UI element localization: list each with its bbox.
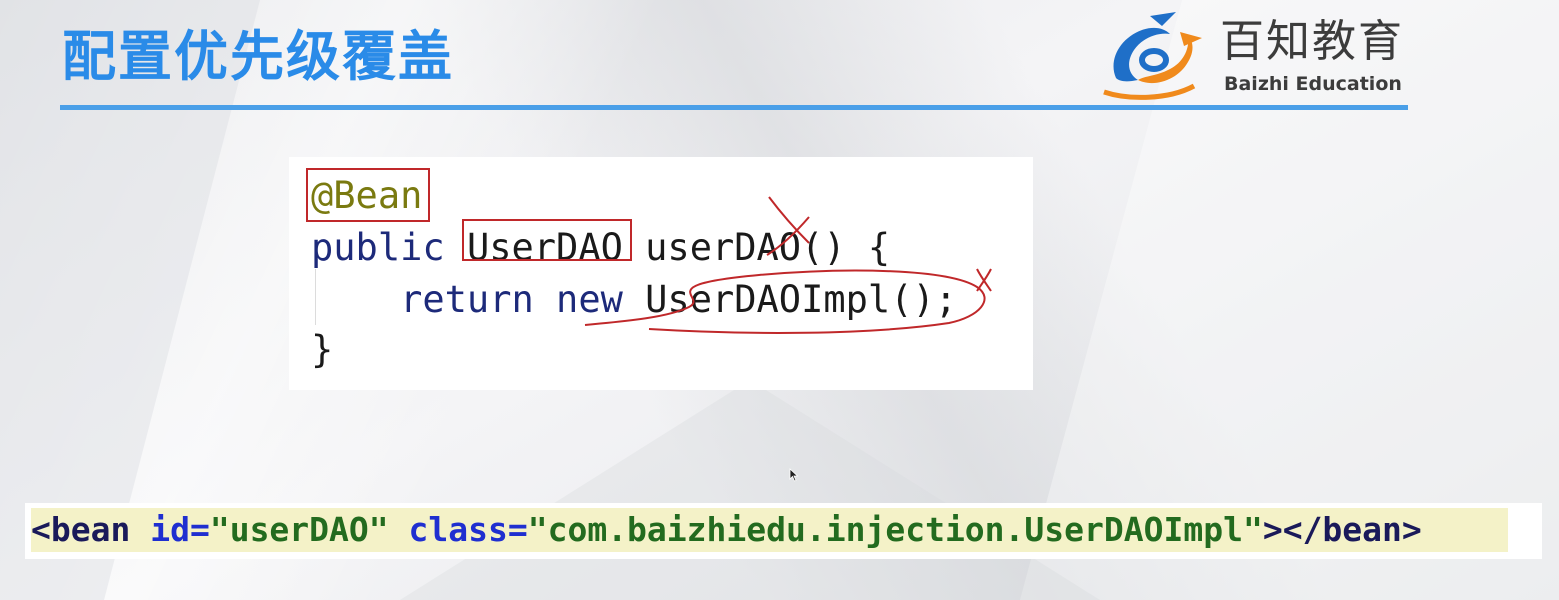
public-keyword: public <box>311 226 467 269</box>
xml-id-value: "userDAO" <box>209 510 389 549</box>
xml-bean-definition: <bean id="userDAO" class="com.baizhiedu.… <box>25 503 1542 559</box>
cross-after-expression <box>976 268 992 292</box>
code-line-method-signature: public UserDAO userDAO() { <box>311 229 890 266</box>
xml-open-tag: <bean <box>31 510 151 549</box>
method-name: userDAO() { <box>622 226 891 269</box>
brand-name-chinese: 百知教育 <box>1220 16 1404 67</box>
xml-class-value: "com.baizhiedu.injection.UserDAOImpl" <box>527 510 1263 549</box>
bean-annotation: @Bean <box>311 174 423 217</box>
new-expression: UserDAOImpl(); <box>645 278 958 321</box>
return-type: UserDAO <box>466 226 623 269</box>
xml-code-line: <bean id="userDAO" class="com.baizhiedu.… <box>31 513 1422 546</box>
brand-name-english: Baizhi Education <box>1224 73 1402 95</box>
code-line-return: return new UserDAOImpl(); <box>311 281 957 318</box>
brand-logo: 百知教育 Baizhi Education <box>1098 8 1438 100</box>
xml-close-tag: ></bean> <box>1262 510 1422 549</box>
xml-highlight: <bean id="userDAO" class="com.baizhiedu.… <box>31 508 1508 552</box>
slide-title: 配置优先级覆盖 <box>62 25 454 88</box>
xml-class-attribute: class= <box>388 510 528 549</box>
code-line-annotation: @Bean <box>311 177 422 214</box>
baizhi-swirl-logo-icon <box>1103 12 1202 100</box>
title-underline <box>60 105 1408 110</box>
java-code-snippet: @Bean public UserDAO userDAO() { return … <box>289 157 1033 390</box>
code-line-closing-brace: } <box>311 328 334 371</box>
mouse-pointer-icon <box>789 468 799 482</box>
xml-id-attribute: id= <box>150 510 210 549</box>
return-new-keyword: return new <box>400 278 646 321</box>
